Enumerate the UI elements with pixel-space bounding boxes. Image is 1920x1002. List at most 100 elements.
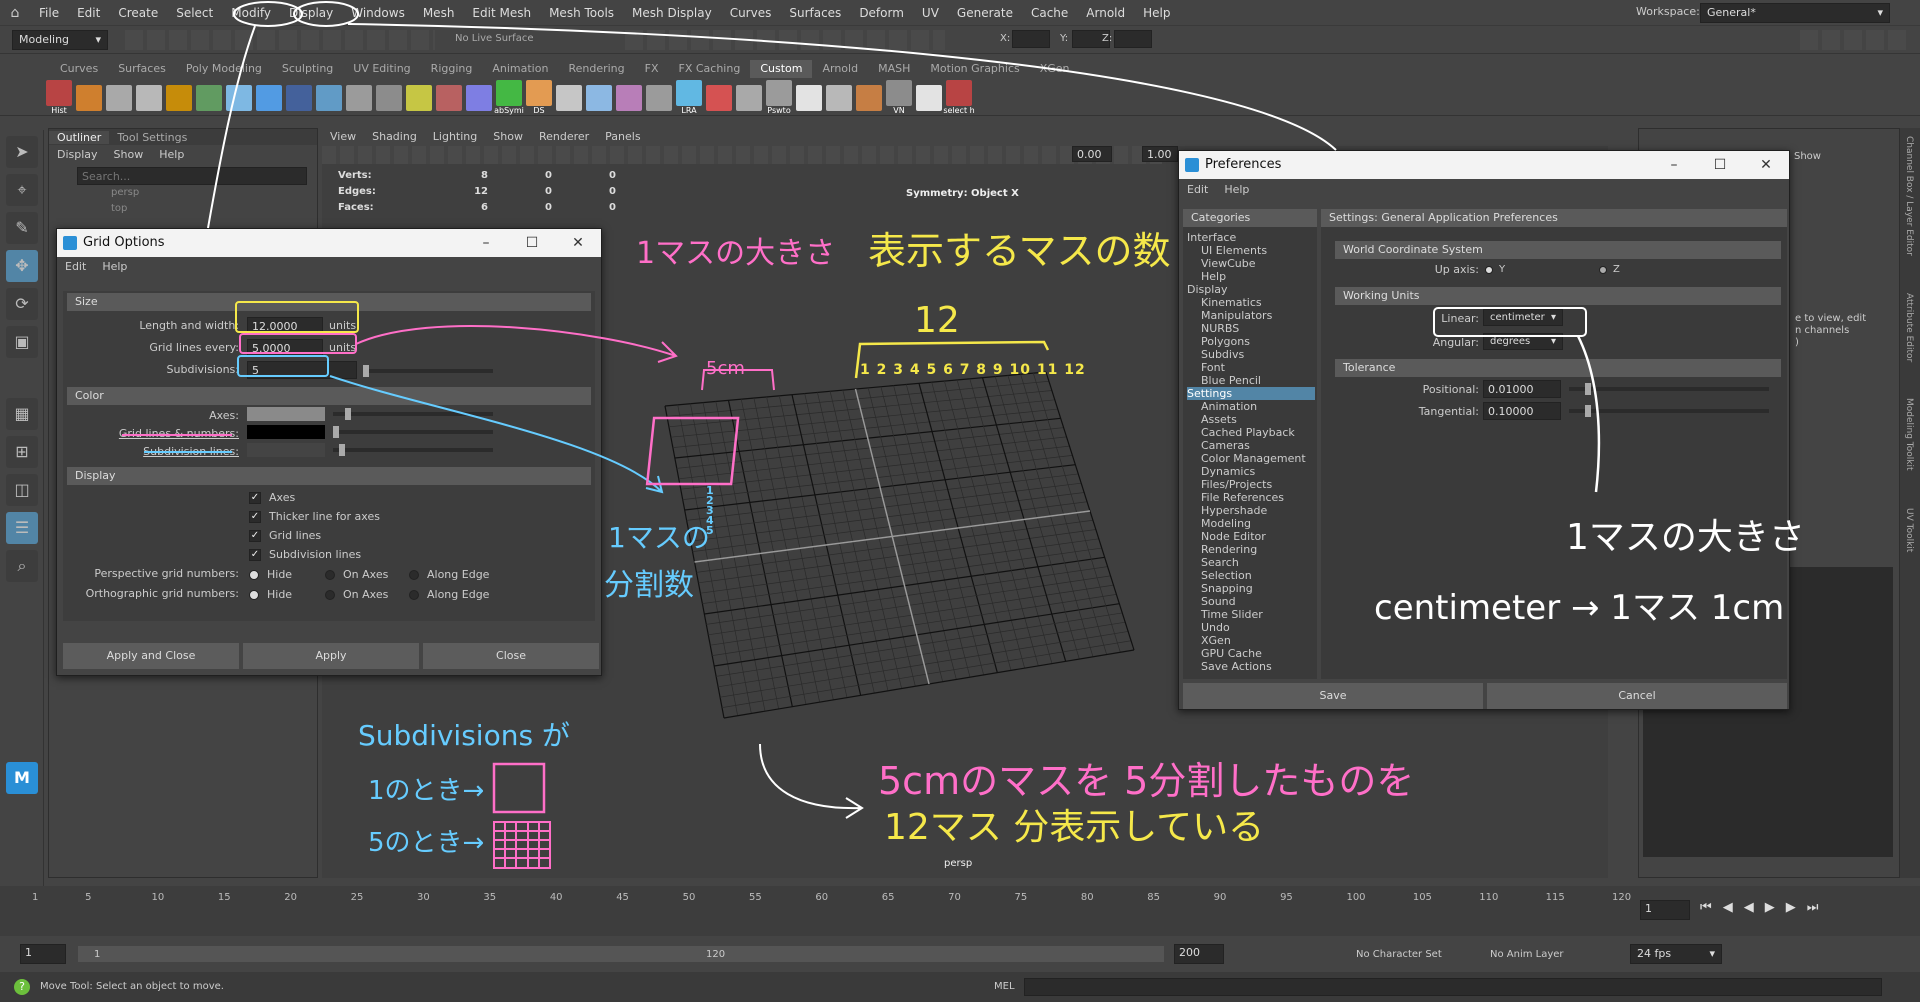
pref-menu-edit[interactable]: Edit	[1179, 183, 1216, 196]
shelf-tab-poly-modeling[interactable]: Poly Modeling	[176, 60, 272, 78]
shelf-button[interactable]	[134, 84, 164, 111]
layout-icons[interactable]	[1800, 30, 1910, 50]
category-item[interactable]: Blue Pencil	[1187, 374, 1315, 387]
shelf-tab-motion-graphics[interactable]: Motion Graphics	[920, 60, 1029, 78]
side-tab-channel-box[interactable]: Channel Box / Layer Editor	[1904, 136, 1914, 256]
mode-select[interactable]: Modeling ▾	[12, 30, 108, 50]
grid-color-swatch[interactable]	[247, 425, 325, 439]
menu-uv[interactable]: UV	[913, 0, 948, 26]
axes-color-swatch[interactable]	[247, 407, 325, 421]
display-section[interactable]: Display	[67, 467, 591, 485]
category-item[interactable]: Cameras	[1187, 439, 1315, 452]
rotate-tool-icon[interactable]: ⟳	[6, 288, 38, 320]
category-item[interactable]: UI Elements	[1187, 244, 1315, 257]
category-item[interactable]: File References	[1187, 491, 1315, 504]
shelf-button[interactable]	[614, 84, 644, 111]
tab-tool-settings[interactable]: Tool Settings	[109, 131, 195, 144]
radio-icon[interactable]	[325, 589, 335, 600]
outliner-menu-display[interactable]: Display	[49, 148, 106, 161]
grid-color-slider[interactable]	[333, 430, 493, 434]
category-item[interactable]: Search	[1187, 556, 1315, 569]
side-tab-modeling-toolkit[interactable]: Modeling Toolkit	[1904, 398, 1914, 471]
category-item[interactable]: Node Editor	[1187, 530, 1315, 543]
menu-file[interactable]: File	[30, 0, 68, 26]
category-item[interactable]: Files/Projects	[1187, 478, 1315, 491]
thicker-checkbox[interactable]: ✓	[249, 510, 261, 523]
shelf-tab-arnold[interactable]: Arnold	[812, 60, 868, 78]
ortho-along-edge-option[interactable]: Along Edge	[409, 588, 489, 601]
radio-icon[interactable]	[1485, 265, 1493, 274]
shelf-button[interactable]	[434, 84, 464, 111]
outliner-layout-icon[interactable]: ☰	[6, 512, 38, 544]
positional-input[interactable]	[1483, 380, 1561, 398]
category-item[interactable]: Interface	[1187, 231, 1315, 244]
channel-show[interactable]: Show	[1794, 151, 1821, 162]
minimize-icon[interactable]: –	[1651, 151, 1697, 179]
tab-outliner[interactable]: Outliner	[49, 130, 110, 144]
shelf-button[interactable]	[74, 84, 104, 111]
paint-tool-icon[interactable]: ✎	[6, 212, 38, 244]
current-frame-field[interactable]: 1	[1640, 900, 1690, 920]
category-item[interactable]: Display	[1187, 283, 1315, 296]
range-bar[interactable]	[78, 946, 1164, 962]
upaxis-y-option[interactable]: Y	[1485, 264, 1505, 275]
shelf-tab-rigging[interactable]: Rigging	[421, 60, 483, 78]
layout-two-icon[interactable]: ◫	[6, 474, 38, 506]
upaxis-z-option[interactable]: Z	[1599, 264, 1620, 275]
positional-handle[interactable]	[1585, 383, 1591, 395]
size-section[interactable]: Size	[67, 293, 591, 311]
shelf-tab-sculpting[interactable]: Sculpting	[272, 60, 343, 78]
gridlines-input[interactable]	[247, 339, 323, 357]
apply-and-close-button[interactable]: Apply and Close	[63, 643, 239, 669]
radio-icon[interactable]	[325, 569, 335, 580]
layout-four-icon[interactable]: ⊞	[6, 436, 38, 468]
grid-menu-help[interactable]: Help	[94, 260, 135, 273]
category-item[interactable]: Color Management	[1187, 452, 1315, 465]
category-item[interactable]: Dynamics	[1187, 465, 1315, 478]
subdiv-input[interactable]	[247, 361, 357, 379]
thicker-checkbox-row[interactable]: ✓ Thicker line for axes	[249, 510, 380, 523]
fps-select[interactable]: 24 fps ▾	[1630, 944, 1722, 964]
menu-edit-mesh[interactable]: Edit Mesh	[463, 0, 540, 26]
category-item[interactable]: Cached Playback	[1187, 426, 1315, 439]
shelf-button[interactable]	[734, 84, 764, 111]
category-item[interactable]: GPU Cache	[1187, 647, 1315, 660]
persp-hide-option[interactable]: Hide	[249, 568, 292, 581]
shelf-button[interactable]	[374, 84, 404, 111]
range-end-field[interactable]: 200	[1174, 944, 1224, 964]
subdiv-color-slider[interactable]	[333, 448, 493, 452]
shelf-button[interactable]	[644, 84, 674, 111]
shelf-button[interactable]	[194, 84, 224, 111]
category-item[interactable]: Modeling	[1187, 517, 1315, 530]
close-icon[interactable]: ✕	[1743, 151, 1789, 179]
tangential-input[interactable]	[1483, 402, 1561, 420]
tangential-slider[interactable]	[1569, 409, 1769, 413]
time-slider[interactable]: 1 5 10 15 20 25 30 35 40 45 50 55 60 65 70 75 80 85 90 95 10…	[0, 886, 1920, 936]
shelf-button[interactable]: DS	[524, 80, 554, 115]
side-tab-attribute-editor[interactable]: Attribute Editor	[1904, 293, 1914, 362]
menu-cache[interactable]: Cache	[1022, 0, 1077, 26]
grid-options-titlebar[interactable]: Grid Options – ☐ ✕	[57, 229, 601, 257]
tolerance-section[interactable]: Tolerance	[1335, 359, 1781, 377]
range-start-field[interactable]: 1	[20, 944, 66, 964]
shelf-button[interactable]	[254, 84, 284, 111]
radio-icon[interactable]	[409, 589, 419, 600]
shelf-button[interactable]	[314, 84, 344, 111]
category-item[interactable]: Kinematics	[1187, 296, 1315, 309]
radio-icon[interactable]	[1599, 265, 1607, 274]
shelf-button[interactable]	[404, 84, 434, 111]
menu-select[interactable]: Select	[167, 0, 222, 26]
shelf-button[interactable]	[584, 84, 614, 111]
axes-color-slider[interactable]	[333, 412, 493, 416]
linear-select[interactable]: centimeter ▾	[1483, 309, 1563, 326]
workspace-select[interactable]: General* ▾	[1700, 3, 1890, 23]
gridlines-checkbox-row[interactable]: ✓ Grid lines	[249, 529, 321, 542]
shelf-button[interactable]	[224, 84, 254, 111]
shelf-tab-curves[interactable]: Curves	[50, 60, 108, 78]
category-item[interactable]: NURBS	[1187, 322, 1315, 335]
shelf-tab-uv-editing[interactable]: UV Editing	[343, 60, 420, 78]
category-item[interactable]: Undo	[1187, 621, 1315, 634]
z-field[interactable]	[1114, 30, 1152, 48]
scale-tool-icon[interactable]: ▣	[6, 326, 38, 358]
shelf-button[interactable]: LRA	[674, 80, 704, 115]
